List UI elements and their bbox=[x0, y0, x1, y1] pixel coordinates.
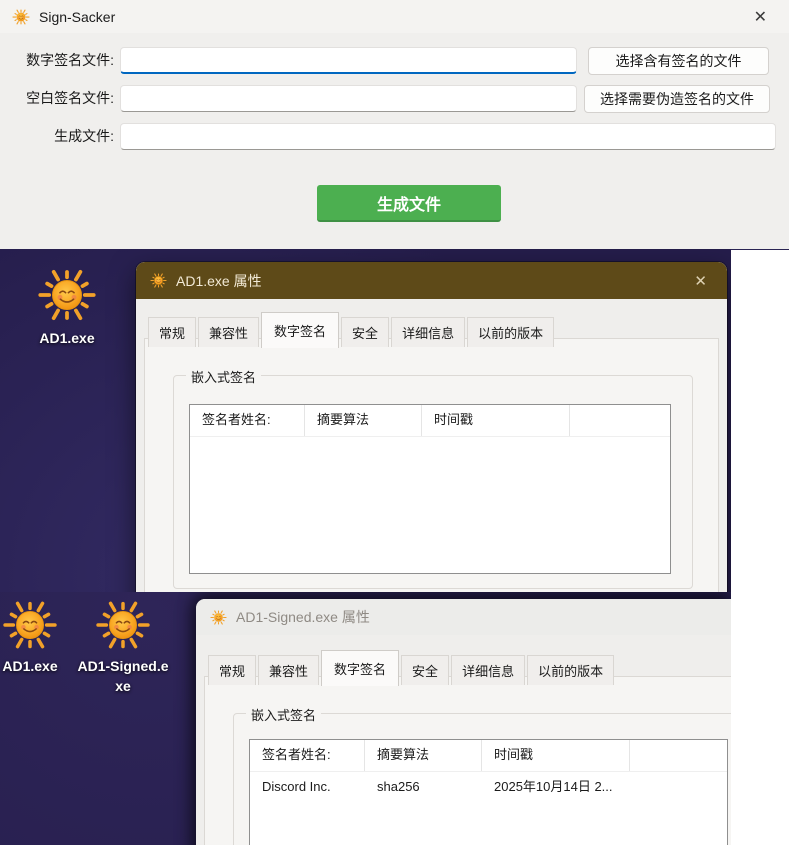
tab-general[interactable]: 常规 bbox=[208, 655, 256, 685]
blank-file-label: 空白签名文件: bbox=[4, 85, 114, 112]
screenshot-root: Sign-Sacker ✕ 数字签名文件: 选择含有签名的文件 空白签名文件: … bbox=[0, 0, 789, 845]
tab-strip: 常规 兼容性 数字签名 安全 详细信息 以前的版本 bbox=[208, 650, 616, 685]
column-signer-name[interactable]: 签名者姓名: bbox=[190, 405, 305, 436]
dialog-title: AD1.exe 属性 bbox=[176, 271, 262, 291]
blank-file-input[interactable] bbox=[120, 85, 577, 112]
desktop-bottom: AD1.exe AD1-Signed.exe AD1-Signed.exe 属性… bbox=[0, 592, 731, 845]
tab-previous-versions[interactable]: 以前的版本 bbox=[527, 655, 614, 685]
close-icon[interactable]: ✕ bbox=[744, 5, 777, 29]
tab-previous-versions[interactable]: 以前的版本 bbox=[467, 317, 554, 347]
close-icon[interactable]: ✕ bbox=[688, 270, 713, 292]
pick-blank-file-button[interactable]: 选择需要伪造签名的文件 bbox=[584, 85, 770, 113]
sun-file-icon bbox=[37, 265, 97, 325]
dialog-sun-icon bbox=[210, 609, 227, 626]
tab-strip: 常规 兼容性 数字签名 安全 详细信息 以前的版本 bbox=[148, 312, 556, 347]
sun-file-icon bbox=[95, 597, 151, 653]
properties-dialog-ad1: AD1.exe 属性 ✕ 常规 兼容性 数字签名 安全 详细信息 以前的版本 嵌… bbox=[136, 262, 727, 592]
dialog-sun-icon bbox=[150, 272, 167, 289]
sun-file-icon bbox=[2, 597, 58, 653]
column-timestamp[interactable]: 时间戳 bbox=[422, 405, 570, 436]
dialog-title: AD1-Signed.exe 属性 bbox=[236, 607, 370, 627]
dialog-titlebar: AD1.exe 属性 ✕ bbox=[136, 262, 727, 299]
column-filler bbox=[630, 740, 727, 771]
icon-label: AD1-Signed.exe bbox=[75, 656, 171, 697]
tab-page-signatures: 嵌入式签名 签名者姓名: 摘要算法 时间戳 Discord Inc. sha25… bbox=[204, 676, 731, 845]
group-label: 嵌入式签名 bbox=[186, 367, 261, 386]
signsacker-window: Sign-Sacker ✕ 数字签名文件: 选择含有签名的文件 空白签名文件: … bbox=[0, 0, 789, 250]
tab-general[interactable]: 常规 bbox=[148, 317, 196, 347]
signed-file-input[interactable] bbox=[120, 47, 577, 74]
column-digest-algorithm[interactable]: 摘要算法 bbox=[365, 740, 482, 771]
cell-digest-algorithm: sha256 bbox=[365, 772, 482, 802]
column-signer-name[interactable]: 签名者姓名: bbox=[250, 740, 365, 771]
desktop-icon-ad1[interactable]: AD1.exe bbox=[22, 265, 112, 348]
desktop-icon-ad1-signed[interactable]: AD1-Signed.exe bbox=[78, 597, 168, 697]
output-file-input[interactable] bbox=[120, 123, 776, 150]
cell-signer-name: Discord Inc. bbox=[250, 772, 365, 802]
column-timestamp[interactable]: 时间戳 bbox=[482, 740, 630, 771]
group-label: 嵌入式签名 bbox=[246, 705, 321, 724]
tab-digital-signatures[interactable]: 数字签名 bbox=[261, 312, 339, 348]
tab-compatibility[interactable]: 兼容性 bbox=[258, 655, 319, 685]
pick-signed-file-button[interactable]: 选择含有签名的文件 bbox=[588, 47, 769, 75]
tab-page-signatures: 嵌入式签名 签名者姓名: 摘要算法 时间戳 bbox=[144, 338, 719, 592]
signed-file-label: 数字签名文件: bbox=[4, 47, 114, 74]
icon-label: AD1.exe bbox=[19, 328, 115, 348]
tab-details[interactable]: 详细信息 bbox=[391, 317, 465, 347]
signsacker-titlebar: Sign-Sacker ✕ bbox=[0, 0, 789, 33]
tab-details[interactable]: 详细信息 bbox=[451, 655, 525, 685]
output-file-label: 生成文件: bbox=[4, 123, 114, 150]
column-digest-algorithm[interactable]: 摘要算法 bbox=[305, 405, 422, 436]
tab-security[interactable]: 安全 bbox=[401, 655, 449, 685]
signature-list[interactable]: 签名者姓名: 摘要算法 时间戳 Discord Inc. sha256 2025… bbox=[249, 739, 728, 845]
signature-list[interactable]: 签名者姓名: 摘要算法 时间戳 bbox=[189, 404, 671, 574]
app-sun-icon bbox=[12, 8, 30, 26]
column-filler bbox=[570, 405, 670, 436]
desktop-icon-ad1-2[interactable]: AD1.exe bbox=[0, 597, 75, 676]
list-header: 签名者姓名: 摘要算法 时间戳 bbox=[190, 405, 670, 437]
tab-digital-signatures[interactable]: 数字签名 bbox=[321, 650, 399, 686]
dialog-titlebar: AD1-Signed.exe 属性 bbox=[196, 599, 731, 635]
tab-compatibility[interactable]: 兼容性 bbox=[198, 317, 259, 347]
window-title: Sign-Sacker bbox=[39, 9, 115, 25]
signature-row[interactable]: Discord Inc. sha256 2025年10月14日 2... bbox=[250, 772, 727, 802]
generate-file-button[interactable]: 生成文件 bbox=[317, 185, 501, 222]
desktop-mid: AD1.exe AD1.exe 属性 ✕ 常规 兼容性 数字签名 安全 详细信息… bbox=[0, 249, 731, 592]
icon-label: AD1.exe bbox=[0, 656, 78, 676]
list-header: 签名者姓名: 摘要算法 时间戳 bbox=[250, 740, 727, 772]
tab-security[interactable]: 安全 bbox=[341, 317, 389, 347]
properties-dialog-ad1-signed: AD1-Signed.exe 属性 常规 兼容性 数字签名 安全 详细信息 以前… bbox=[196, 599, 731, 845]
cell-timestamp: 2025年10月14日 2... bbox=[482, 772, 630, 802]
